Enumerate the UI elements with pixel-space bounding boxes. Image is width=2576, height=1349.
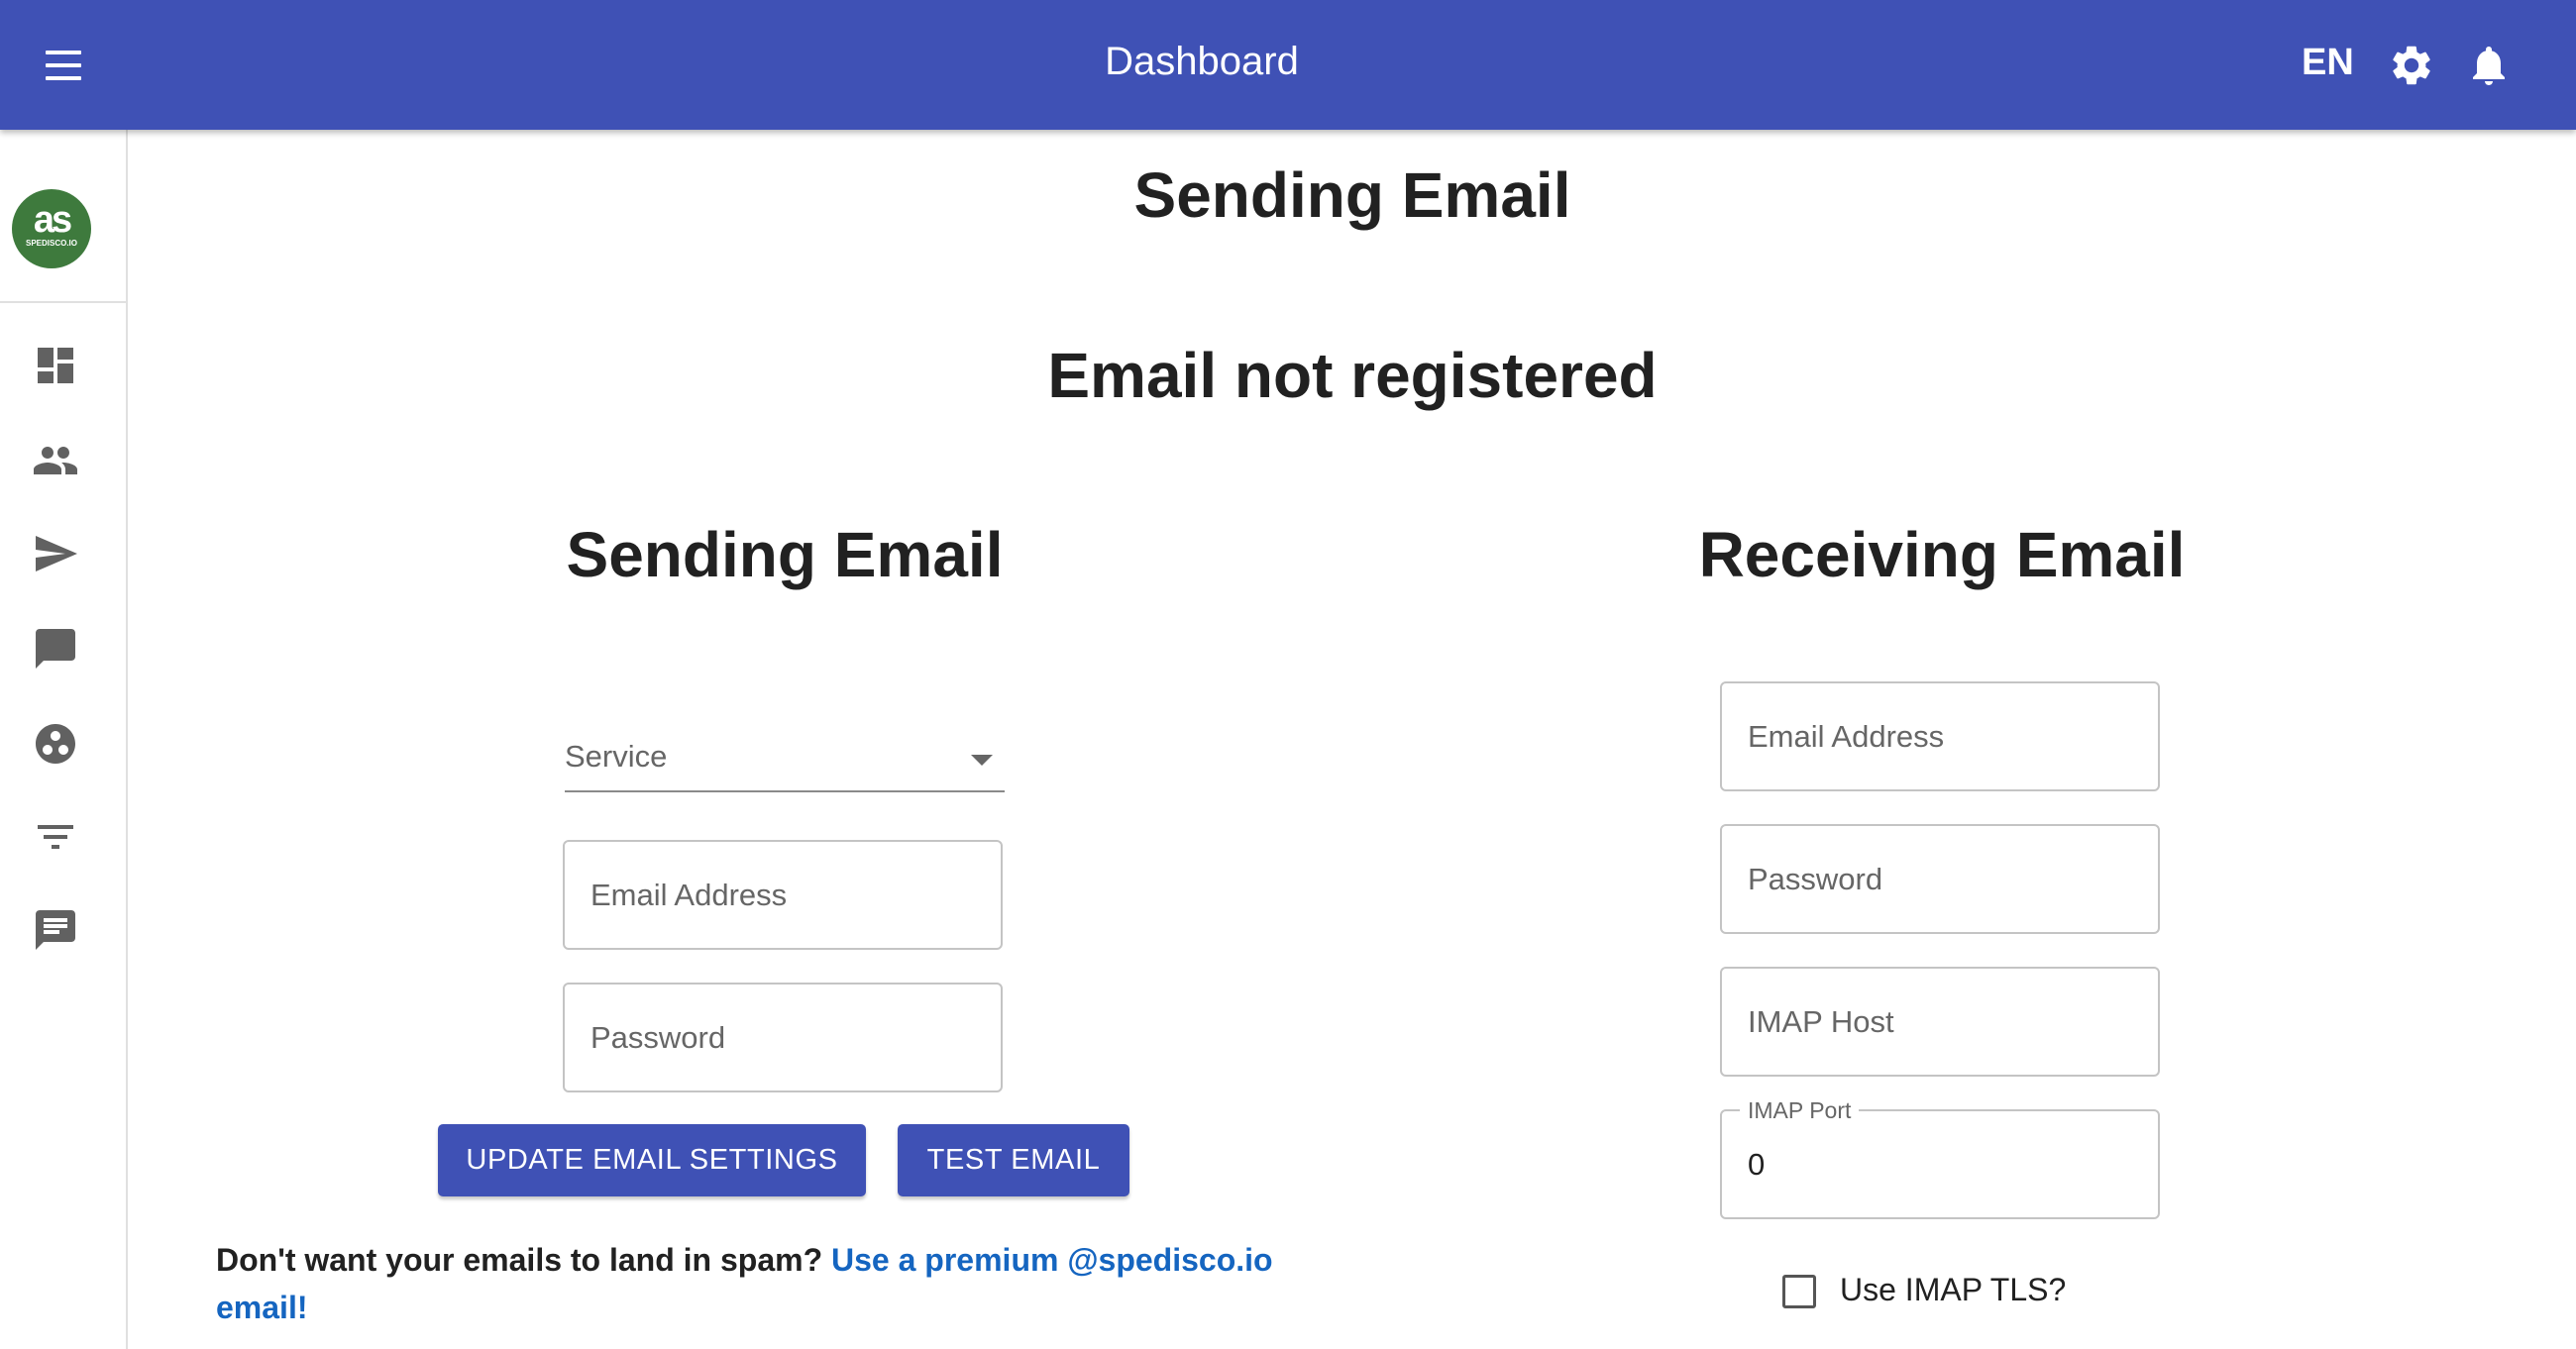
logo[interactable]: as SPEDISCO.IO [12,189,91,268]
logo-text: SPEDISCO.IO [25,239,77,248]
sending-password-field [563,983,1003,1092]
filter-icon[interactable] [32,813,79,861]
chevron-down-icon [971,755,993,766]
service-select[interactable]: Service [565,723,1005,792]
spam-notice-text: Don't want your emails to land in spam? [216,1242,832,1278]
chat-bubble-icon[interactable] [32,625,79,673]
receiving-email-heading: Receiving Email [1698,519,2186,590]
page-title: Sending Email [1133,159,1571,231]
sidebar: as SPEDISCO.IO [0,130,128,1349]
language-selector[interactable]: EN [2302,42,2354,84]
app-bar-title: Dashboard [1105,40,1299,83]
update-email-settings-button[interactable]: UPDATE EMAIL SETTINGS [438,1124,866,1196]
app-bar: Dashboard EN [0,0,2576,130]
imap-host-field [1720,967,2160,1077]
sending-email-field [563,840,1003,950]
dashboard-icon[interactable] [32,342,79,389]
imap-tls-checkbox[interactable] [1782,1275,1816,1308]
people-icon[interactable] [32,437,79,484]
receiving-email-field [1720,681,2160,791]
send-icon[interactable] [32,530,79,577]
imap-port-input[interactable] [1722,1111,2158,1217]
bell-icon[interactable] [2465,42,2513,89]
receiving-password-input[interactable] [1722,826,2158,932]
sending-email-heading: Sending Email [566,519,1004,590]
service-select-label: Service [565,739,668,774]
spam-notice: Don't want your emails to land in spam? … [216,1236,1345,1331]
sending-email-input[interactable] [565,842,1001,948]
sending-password-input[interactable] [565,985,1001,1090]
imap-host-input[interactable] [1722,969,2158,1075]
sidebar-divider [0,301,126,303]
imap-tls-label: Use IMAP TLS? [1840,1272,2067,1307]
receiving-email-input[interactable] [1722,683,2158,789]
test-email-button[interactable]: TEST EMAIL [898,1124,1129,1196]
message-icon[interactable] [32,906,79,954]
gear-icon[interactable] [2388,42,2435,89]
receiving-password-field [1720,824,2160,934]
status-message: Email not registered [1047,340,1658,411]
group-circle-icon[interactable] [32,720,79,768]
imap-port-field: IMAP Port [1720,1097,2160,1219]
